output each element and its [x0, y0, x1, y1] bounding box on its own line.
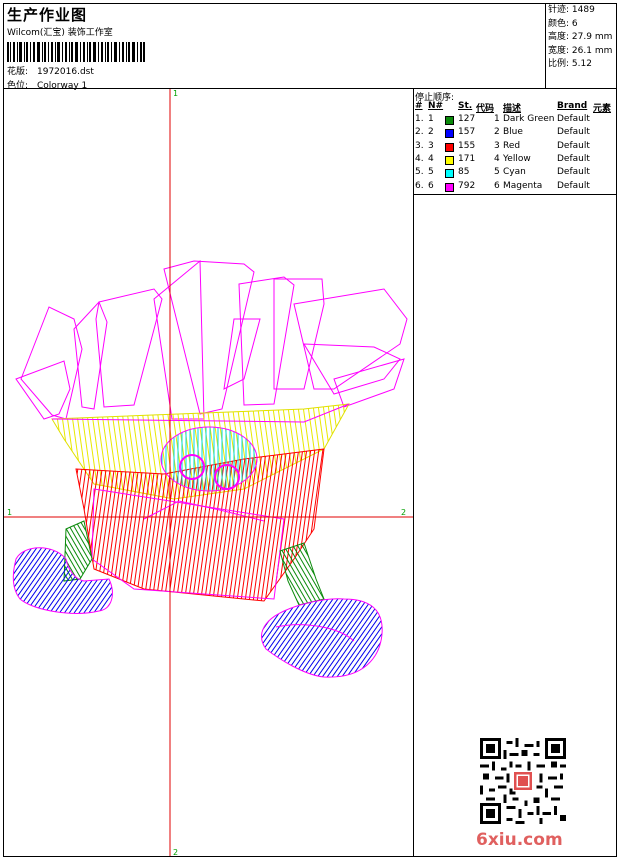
legend-num: 2.	[415, 127, 424, 138]
legend-desc: Yellow	[503, 153, 531, 164]
legend-code: 1	[494, 114, 500, 124]
design-canvas: 1 2 1 2	[4, 89, 413, 856]
axis-label-bottom: 2	[173, 848, 178, 856]
legend-row: 2. 2 157 2 Blue Default	[415, 127, 615, 140]
page-title: 生产作业图	[7, 6, 88, 24]
color-swatch	[445, 169, 454, 179]
page-subtitle: Wilcom(汇宝) 装饰工作室	[7, 28, 113, 38]
legend-header: # N# St. 代码 描述 Brand 元素	[415, 101, 612, 114]
design-value: 1972016.dst	[37, 67, 94, 77]
legend-num: 3.	[415, 140, 424, 151]
barcode-icon	[7, 42, 145, 62]
color-swatch	[445, 155, 454, 165]
panel-divider	[413, 88, 414, 856]
stat-colors: 颜色: 6	[548, 18, 578, 29]
legend-num: 1.	[415, 114, 424, 124]
legend-desc: Cyan	[503, 167, 526, 178]
legend-row: 4. 4 171 4 Yellow Default	[415, 154, 615, 167]
legend-row: 1. 1 127 1 Dark Green Default	[415, 114, 615, 127]
legend-code: 4	[494, 153, 500, 164]
legend-code: 6	[494, 180, 500, 191]
legend-code: 2	[494, 127, 500, 138]
legend-n: 3	[428, 140, 434, 151]
legend-num: 5.	[415, 167, 424, 178]
header: 生产作业图 Wilcom(汇宝) 装饰工作室 花版: 1972016.dst 色位…	[5, 4, 545, 91]
right-shoe	[261, 598, 383, 678]
legend-num: 6.	[415, 180, 424, 191]
eye-area	[160, 426, 258, 492]
color-swatch	[445, 129, 454, 139]
stat-scale: 比例: 5.12	[548, 59, 592, 69]
color-swatch	[445, 142, 454, 152]
color-swatch	[445, 116, 454, 125]
stat-stitches: 针迹: 1489	[548, 5, 595, 15]
axis-label-left: 1	[7, 508, 12, 517]
legend-n: 6	[428, 180, 434, 191]
legend-desc: Magenta	[503, 180, 543, 191]
legend-stitches: 127	[458, 114, 476, 124]
legend-row: 3. 3 155 3 Red Default	[415, 141, 615, 154]
legend-n: 1	[428, 114, 434, 124]
design-label: 花版:	[7, 67, 29, 77]
stat-width: 宽度: 26.1 mm	[548, 45, 613, 56]
legend-n: 2	[428, 127, 434, 138]
axis-label-top: 1	[173, 89, 178, 98]
legend-brand: Default	[557, 127, 590, 138]
color-swatch	[445, 182, 454, 192]
legend-divider	[414, 194, 616, 195]
legend-n: 4	[428, 153, 434, 164]
legend-row: 5. 5 85 5 Cyan Default	[415, 167, 615, 180]
legend-code: 5	[494, 167, 500, 178]
design-name: 花版: 1972016.dst	[7, 64, 94, 77]
legend-stitches: 85	[458, 167, 470, 178]
legend-desc: Dark Green	[503, 114, 555, 124]
legend-brand: Default	[557, 153, 590, 164]
legend-num: 4.	[415, 153, 424, 164]
stat-height: 高度: 27.9 mm	[548, 32, 613, 42]
legend-brand: Default	[557, 140, 590, 151]
legend-brand: Default	[557, 167, 590, 178]
legend-row: 6. 6 792 6 Magenta Default	[415, 181, 615, 194]
legend-brand: Default	[557, 114, 590, 124]
legend-stitches: 157	[458, 127, 476, 138]
axis-label-right: 2	[401, 508, 406, 517]
legend-desc: Blue	[503, 127, 523, 138]
fries-outline	[15, 259, 408, 420]
right-leg	[279, 542, 325, 606]
watermark-logo: 6xiu.com	[476, 830, 563, 850]
legend-stitches: 171	[458, 153, 476, 164]
legend-code: 3	[494, 140, 500, 151]
stats-panel: 针迹: 1489 颜色: 6 高度: 27.9 mm 宽度: 26.1 mm 比…	[545, 4, 617, 88]
legend-stitches: 155	[458, 140, 476, 151]
qr-code-icon	[480, 738, 566, 824]
legend-desc: Red	[503, 140, 521, 151]
legend-brand: Default	[557, 180, 590, 191]
legend-stitches: 792	[458, 180, 476, 191]
legend-n: 5	[428, 167, 434, 178]
